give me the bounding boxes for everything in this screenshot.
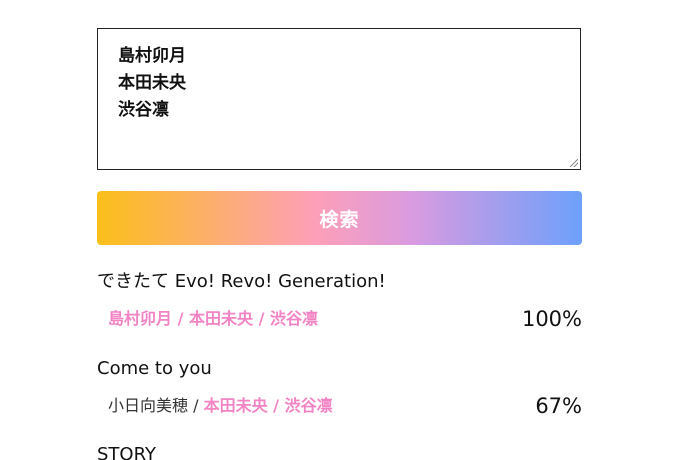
song-title[interactable]: できたて Evo! Revo! Generation!: [97, 270, 582, 294]
result-meta: 小日向美穂 / 本田未央 / 渋谷凛 67%: [97, 394, 582, 419]
member-query-textarea[interactable]: 島村卯月 本田未央 渋谷凛: [97, 28, 581, 170]
member-name: 小日向美穂: [108, 396, 189, 415]
query-line: 島村卯月: [118, 46, 186, 66]
match-percent: 67%: [535, 394, 582, 418]
search-button[interactable]: 検索: [97, 191, 582, 245]
query-line: 渋谷凛: [118, 100, 169, 120]
member-name: 本田未央: [203, 396, 268, 415]
member-list: 島村卯月 / 本田未央 / 渋谷凛: [108, 308, 318, 330]
match-percent: 100%: [521, 307, 582, 331]
song-title[interactable]: Come to you: [97, 357, 582, 381]
member-separator: /: [172, 309, 189, 328]
resize-grip-icon[interactable]: [570, 159, 578, 167]
song-title[interactable]: STORY: [97, 443, 582, 460]
member-name: 島村卯月: [108, 309, 173, 328]
member-separator: /: [253, 309, 270, 328]
member-separator: /: [188, 396, 204, 415]
result-item[interactable]: Come to you 小日向美穂 / 本田未央 / 渋谷凛 67%: [97, 357, 582, 419]
result-item[interactable]: STORY: [97, 443, 582, 460]
result-item[interactable]: できたて Evo! Revo! Generation! 島村卯月 / 本田未央 …: [97, 270, 582, 332]
member-separator: /: [267, 396, 285, 415]
member-name: 渋谷凛: [270, 309, 319, 328]
page: 島村卯月 本田未央 渋谷凛 検索 できたて Evo! Revo! Generat…: [0, 0, 680, 460]
member-name: 渋谷凛: [284, 396, 333, 415]
member-name: 本田未央: [189, 309, 254, 328]
result-meta: 島村卯月 / 本田未央 / 渋谷凛 100%: [97, 307, 582, 332]
member-list: 小日向美穂 / 本田未央 / 渋谷凛: [108, 395, 333, 417]
query-line: 本田未央: [118, 73, 186, 93]
